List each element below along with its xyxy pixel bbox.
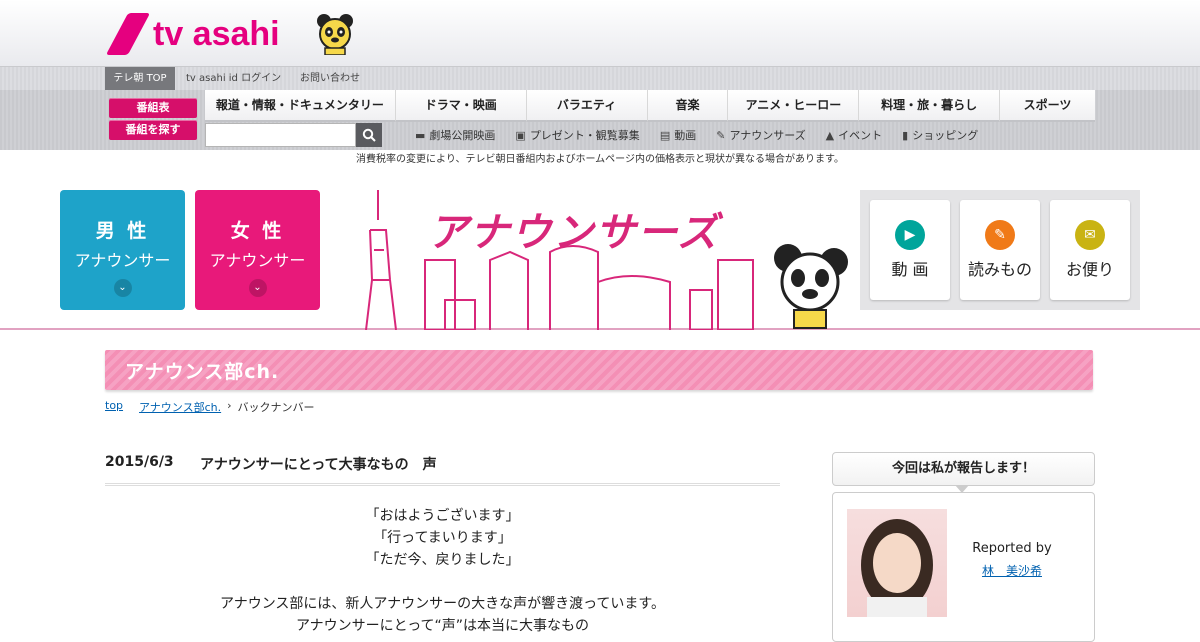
search-button[interactable] [356,123,382,147]
film-camera-icon: ▬ [415,128,426,142]
sub-nav-video[interactable]: ▤ 動画 [660,127,696,143]
article-line: アナウンサーにとって“声”は本当に大事なもの [295,618,590,634]
breadcrumb-top[interactable]: top [105,399,123,415]
login-link[interactable]: tv asahi id ログイン [186,67,281,90]
genre-tabs: 報道・情報・ドキュメンタリー ドラマ・映画 バラエティ 音楽 アニメ・ヒーロー … [205,90,1095,122]
genre-music[interactable]: 音楽 [647,90,729,122]
reporter-portrait [861,519,933,617]
banner-title: アナウンサーズ [428,210,720,256]
header: tv asahi [0,0,1200,66]
pen-icon: ✎ [985,220,1015,250]
breadcrumb-section[interactable]: アナウンス部ch. [139,399,221,415]
video-icon: ▤ [659,128,671,142]
genre-anime[interactable]: アニメ・ヒーロー [728,90,860,122]
event-icon: ▲ [825,128,835,142]
utility-bar: テレ朝 TOP tv asahi id ログイン お問い合わせ [0,66,1200,90]
article-line: アナウンス部には、新人アナウンサーの大きな声が響き渡っています。 [219,596,666,612]
genre-drama[interactable]: ドラマ・映画 [395,90,527,122]
tv-asahi-logo[interactable]: tv asahi [105,12,280,56]
mail-icon: ✉ [1075,220,1105,250]
sub-nav-movie[interactable]: ▬ 劇場公開映画 [415,127,495,143]
sub-nav-shopping[interactable]: ▮ ショッピング [902,127,978,143]
genre-sports[interactable]: スポーツ [1000,90,1095,122]
bear-mascot-icon [774,244,848,329]
search-icon [362,128,376,142]
find-program-button[interactable]: 番組を探す [109,120,197,140]
pen-icon: ✎ [716,128,726,142]
gift-icon: ▣ [515,128,526,142]
logo-text: tv asahi [153,14,280,53]
sub-nav-present[interactable]: ▣ プレゼント・観覧募集 [515,127,639,143]
article-line: 「おはようございます」 [365,508,520,524]
section-title-bar: アナウンス部ch. [105,350,1093,390]
reported-by-label: Reported by [972,541,1052,556]
reporter-name-link[interactable]: 林 美沙希 [960,562,1064,579]
video-camera-icon: ▶ [895,220,925,250]
reading-menu-card[interactable]: ✎ 読みもの [960,200,1040,300]
chevron-down-icon: ⌄ [113,279,132,297]
article-date: 2015/6/3 [105,454,174,470]
chevron-down-icon: ⌄ [248,279,267,297]
genre-news[interactable]: 報道・情報・ドキュメンタリー [205,90,396,122]
tv-asahi-top-link[interactable]: テレ朝 TOP [105,67,175,90]
reporter-heading: 今回は私が報告します！ [832,452,1095,486]
section-title: アナウンス部ch. [125,361,280,383]
main-nav: 番組表 番組を探す 報道・情報・ドキュメンタリー ドラマ・映画 バラエティ 音楽… [0,90,1200,150]
contact-link[interactable]: お問い合わせ [300,67,360,90]
price-notice: 消費税率の変更により、テレビ朝日番組内およびホームページ内の価格表示と現状が異な… [0,150,1200,172]
sub-nav-event[interactable]: ▲ イベント [826,127,882,143]
article-line [105,571,780,593]
article-title: アナウンサーにとって大事なもの 声 [200,457,437,473]
breadcrumb-separator: › [227,399,232,412]
banner-menu: ▶ 動 画 ✎ 読みもの ✉ お便り [860,190,1140,310]
male-announcers-button[interactable]: 男 性 アナウンサー ⌄ [60,190,185,310]
article-header: 2015/6/3 アナウンサーにとって大事なもの 声 [105,454,780,486]
breadcrumb-current: バックナンバー [237,401,315,414]
bear-mascot-icon [317,14,353,55]
breadcrumb: top アナウンス部ch. › バックナンバー [105,399,315,415]
reporter-photo [847,509,947,617]
genre-cooking[interactable]: 料理・旅・暮らし [859,90,1001,122]
mail-menu-card[interactable]: ✉ お便り [1050,200,1130,300]
genre-variety[interactable]: バラエティ [526,90,648,122]
shopping-icon: ▮ [902,128,909,142]
search-input[interactable] [205,123,356,147]
article-line: 「ただ今、戻りました」 [365,552,520,568]
female-announcers-button[interactable]: 女 性 アナウンサー ⌄ [195,190,320,310]
article-line: 「行ってまいります」 [373,530,512,546]
video-menu-card[interactable]: ▶ 動 画 [870,200,950,300]
logo-slash-icon [105,13,151,55]
article-body: 「おはようございます」 「行ってまいります」 「ただ今、戻りました」 アナウンス… [105,505,780,637]
sub-nav: ▬ 劇場公開映画 ▣ プレゼント・観覧募集 ▤ 動画 ✎ アナウンサーズ ▲ イベント ▮… [415,127,998,143]
schedule-button[interactable]: 番組表 [109,98,197,118]
sub-nav-announcers[interactable]: ✎ アナウンサーズ [716,127,805,143]
